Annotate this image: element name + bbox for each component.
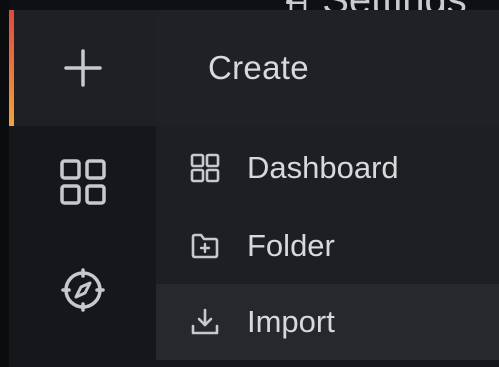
- menu-item-label: Dashboard: [247, 150, 399, 185]
- top-strip: ਜ਼ Settings: [9, 0, 499, 10]
- active-accent-bar: [9, 10, 14, 126]
- menu-item-label: Folder: [247, 228, 335, 263]
- plus-icon: [63, 49, 102, 87]
- create-menu-title: Create: [208, 49, 309, 86]
- sidebar-item-explore[interactable]: [9, 240, 156, 340]
- sidebar-item-create[interactable]: [9, 10, 156, 126]
- apps-grid-icon: [59, 159, 106, 205]
- create-menu-header[interactable]: Create: [156, 10, 499, 126]
- menu-item-folder[interactable]: Folder: [156, 208, 499, 284]
- sidebar-item-dashboards[interactable]: [9, 132, 156, 232]
- apps-grid-icon: [188, 151, 222, 185]
- folder-plus-icon: [188, 229, 222, 263]
- menu-item-import[interactable]: Import: [156, 284, 499, 360]
- top-strip-text: ਜ਼ Settings: [285, 0, 467, 10]
- import-icon: [188, 305, 222, 339]
- compass-icon: [60, 268, 105, 312]
- menu-item-label: Import: [247, 304, 335, 339]
- menu-item-dashboard[interactable]: Dashboard: [156, 130, 499, 206]
